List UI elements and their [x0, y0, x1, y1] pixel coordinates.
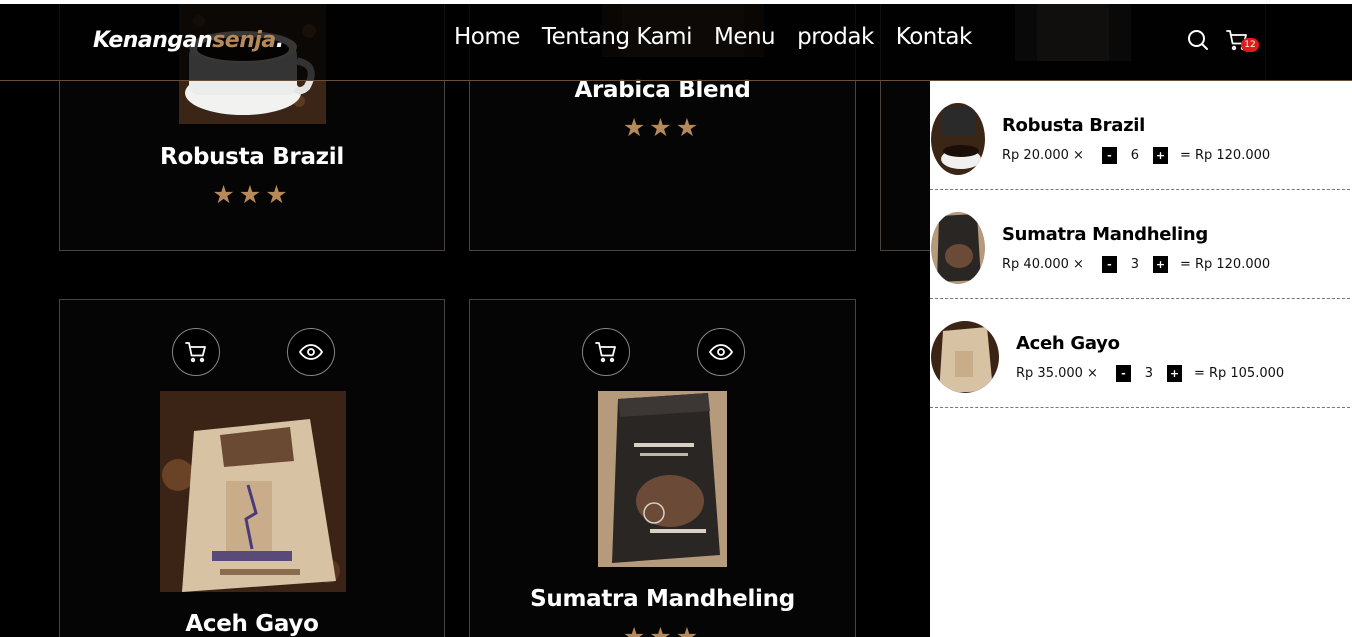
search-button[interactable]: [1186, 28, 1210, 56]
cart-item-image: [931, 321, 999, 393]
cart-item-price: Rp 40.000 ×: [1002, 257, 1084, 272]
nav-link-kontak[interactable]: Kontak: [896, 24, 973, 50]
logo-text-dot: .: [275, 28, 284, 53]
shopping-cart-icon: [185, 342, 206, 363]
nav-link-home[interactable]: Home: [454, 24, 520, 50]
cart-item-price: Rp 20.000 ×: [1002, 148, 1084, 163]
view-detail-button[interactable]: [697, 328, 745, 376]
cart-item: Robusta Brazil Rp 20.000 × - 6 + = Rp 12…: [930, 81, 1350, 190]
increase-qty-button[interactable]: +: [1152, 256, 1168, 273]
increase-qty-button[interactable]: +: [1152, 147, 1168, 164]
product-rating-stars: ★★★: [212, 180, 292, 209]
product-card-sumatra-mandheling: Sumatra Mandheling ★★★: [469, 299, 856, 637]
cart-item-qty: 6: [1130, 148, 1140, 163]
decrease-qty-button[interactable]: -: [1101, 256, 1117, 273]
view-detail-button[interactable]: [287, 328, 335, 376]
cart-item-qty: 3: [1144, 366, 1154, 381]
shopping-cart-icon: [595, 342, 616, 363]
nav-link-menu[interactable]: Menu: [714, 24, 776, 50]
product-image-sumatra-mandheling: [598, 391, 727, 567]
cart-item: Sumatra Mandheling Rp 40.000 × - 3 + = R…: [930, 190, 1350, 299]
cart-item-total: = Rp 120.000: [1179, 257, 1271, 272]
cart-item-price: Rp 35.000 ×: [1016, 366, 1098, 381]
eye-icon: [299, 344, 323, 360]
search-icon: [1188, 30, 1208, 50]
cart-item-name: Robusta Brazil: [1002, 115, 1146, 136]
decrease-qty-button[interactable]: -: [1115, 365, 1131, 382]
main-nav: Home Tentang Kami Menu prodak Kontak: [454, 24, 994, 50]
add-to-cart-button[interactable]: [172, 328, 220, 376]
product-title: Aceh Gayo: [185, 611, 319, 637]
cart-count-badge: 12: [1241, 38, 1259, 52]
shopping-cart-panel: Robusta Brazil Rp 20.000 × - 6 + = Rp 12…: [930, 81, 1352, 637]
product-title: Sumatra Mandheling: [530, 586, 795, 612]
cart-item-image: [931, 103, 985, 175]
cart-item-price-line: Rp 35.000 × - 3 + = Rp 105.000: [1016, 365, 1284, 382]
product-title: Robusta Brazil: [160, 144, 344, 170]
cart-item-price-line: Rp 20.000 × - 6 + = Rp 120.000: [1002, 147, 1270, 164]
product-card-aceh-gayo: Aceh Gayo: [59, 299, 445, 637]
site-logo[interactable]: Kenangansenja.: [93, 28, 284, 53]
cart-item-image: [931, 212, 985, 284]
cart-item: Aceh Gayo Rp 35.000 × - 3 + = Rp 105.000: [930, 299, 1350, 408]
logo-text-accent: senja: [212, 28, 276, 53]
nav-link-prodak[interactable]: prodak: [797, 24, 874, 50]
cart-item-name: Aceh Gayo: [1016, 333, 1120, 354]
product-image-aceh-gayo: [160, 391, 346, 592]
increase-qty-button[interactable]: +: [1166, 365, 1182, 382]
add-to-cart-button[interactable]: [582, 328, 630, 376]
cart-item-price-line: Rp 40.000 × - 3 + = Rp 120.000: [1002, 256, 1270, 273]
eye-icon: [709, 344, 733, 360]
product-rating-stars: ★★★: [622, 113, 703, 142]
cart-item-total: = Rp 120.000: [1179, 148, 1271, 163]
decrease-qty-button[interactable]: -: [1101, 147, 1117, 164]
nav-link-tentang-kami[interactable]: Tentang Kami: [542, 24, 693, 50]
cart-item-qty: 3: [1130, 257, 1140, 272]
product-rating-stars: ★★★: [622, 622, 703, 637]
logo-text-primary: Kenangan: [93, 28, 213, 53]
cart-item-name: Sumatra Mandheling: [1002, 224, 1208, 245]
cart-item-total: = Rp 105.000: [1193, 366, 1285, 381]
site-header: Kenangansenja. Home Tentang Kami Menu pr…: [0, 0, 1352, 81]
